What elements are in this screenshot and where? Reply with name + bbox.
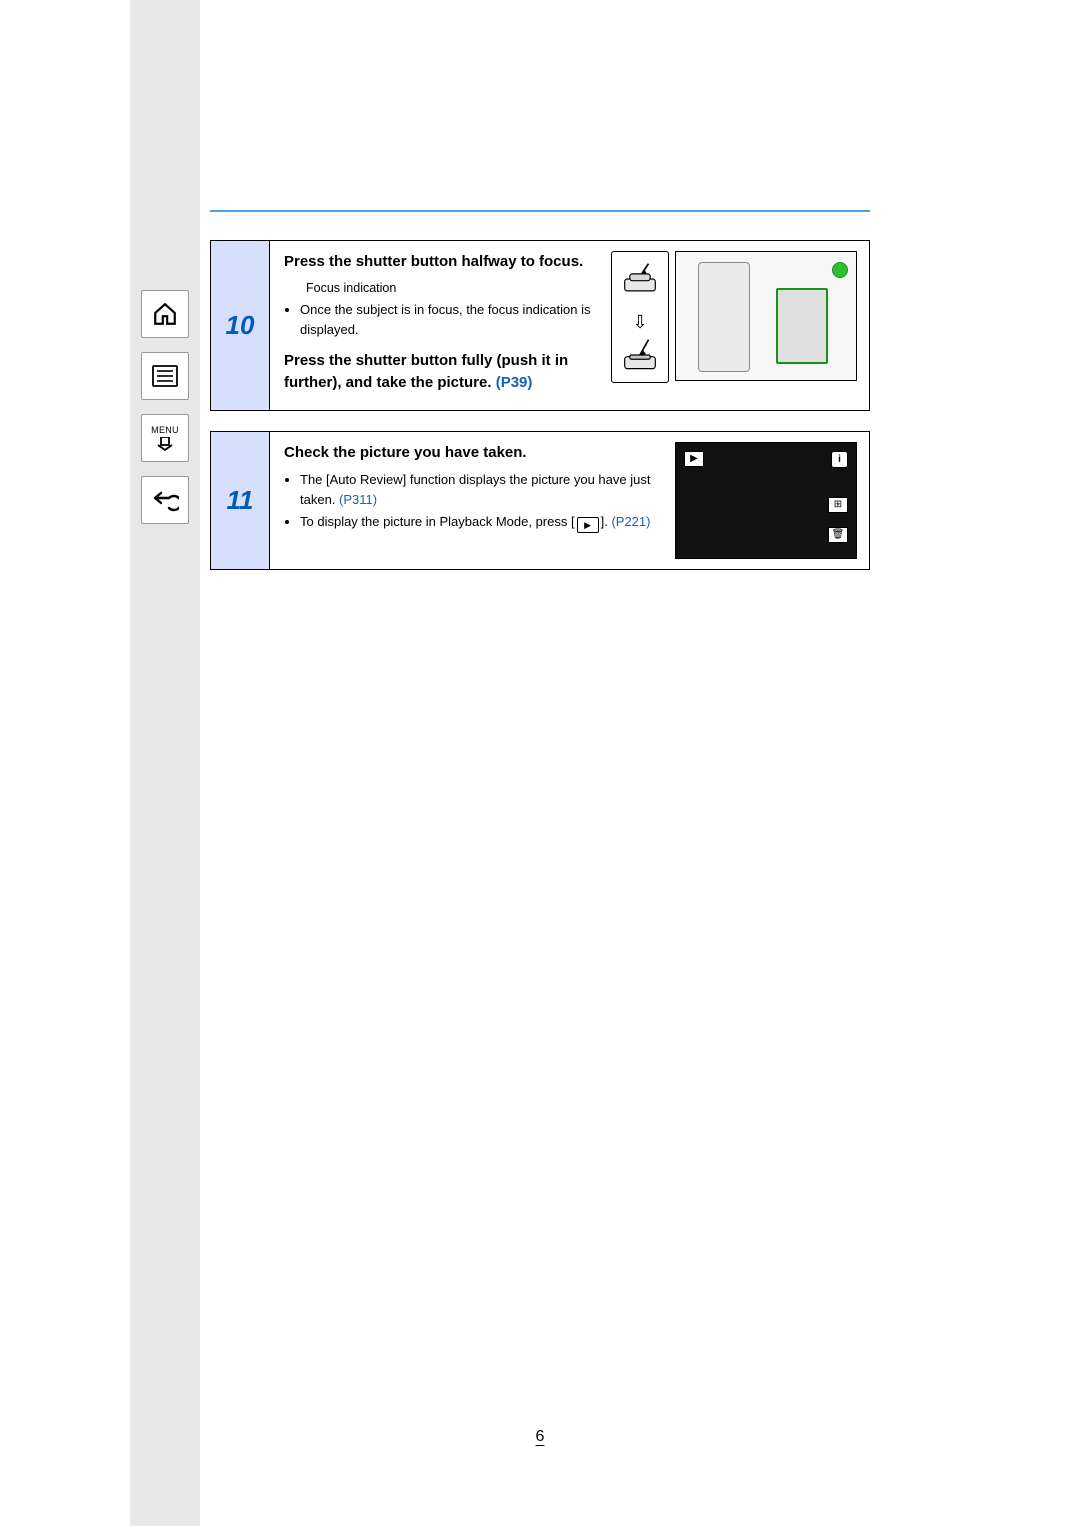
down-arrow-icon: ⇩ bbox=[632, 312, 647, 333]
list-icon bbox=[152, 365, 178, 387]
focus-screen-illustration bbox=[675, 251, 857, 381]
shutter-half-press-icon bbox=[623, 262, 657, 296]
playback-mode-icon: ▶ bbox=[684, 451, 704, 467]
step11-bullet-1: The [Auto Review] function displays the … bbox=[300, 470, 663, 510]
link-p311[interactable]: (P311) bbox=[339, 492, 377, 507]
menu-button[interactable]: MENU bbox=[141, 414, 189, 462]
playback-screen-illustration: ▶ i ⊞ 🗑 bbox=[675, 442, 857, 559]
step10-figures: ⇩ bbox=[611, 251, 857, 400]
step-11: 11 Check the picture you have taken. The… bbox=[210, 431, 870, 570]
step10-heading-2: Press the shutter button fully (push it … bbox=[284, 350, 601, 394]
back-icon bbox=[151, 488, 179, 512]
back-button[interactable] bbox=[141, 476, 189, 524]
step11-heading: Check the picture you have taken. bbox=[284, 442, 663, 464]
link-p221[interactable]: (P221) bbox=[611, 514, 650, 529]
section-rule bbox=[210, 210, 870, 212]
manual-page: MENU 10 Press the shutter button halfway… bbox=[0, 0, 1080, 1526]
thumbnail-grid-icon: ⊞ bbox=[828, 497, 848, 513]
home-button[interactable] bbox=[141, 290, 189, 338]
focus-indicator-dot bbox=[832, 262, 848, 278]
shutter-press-illustration: ⇩ bbox=[611, 251, 669, 383]
contents-button[interactable] bbox=[141, 352, 189, 400]
menu-label: MENU bbox=[151, 425, 179, 435]
shutter-full-press-icon bbox=[623, 338, 657, 372]
nav-sidebar: MENU bbox=[130, 0, 200, 1526]
info-icon: i bbox=[831, 451, 848, 468]
playback-icon: ▶ bbox=[577, 517, 599, 533]
link-p39[interactable]: (P39) bbox=[496, 374, 533, 391]
focus-indication-label: Focus indication bbox=[306, 279, 601, 298]
delete-icon: 🗑 bbox=[828, 527, 848, 543]
content-area: 10 Press the shutter button halfway to f… bbox=[210, 210, 870, 590]
home-icon bbox=[152, 301, 178, 327]
page-number: 6 bbox=[536, 1428, 545, 1446]
menu-arrow-icon bbox=[155, 437, 175, 451]
step-number: 11 bbox=[211, 432, 270, 569]
step10-bullet-1: Once the subject is in focus, the focus … bbox=[300, 300, 601, 340]
step-number: 10 bbox=[211, 241, 270, 410]
step10-heading-1: Press the shutter button halfway to focu… bbox=[284, 251, 601, 273]
step10-legend-block: Focus indication Once the subject is in … bbox=[284, 279, 601, 341]
step-10: 10 Press the shutter button halfway to f… bbox=[210, 240, 870, 411]
step11-bullet-2: To display the picture in Playback Mode,… bbox=[300, 512, 663, 534]
